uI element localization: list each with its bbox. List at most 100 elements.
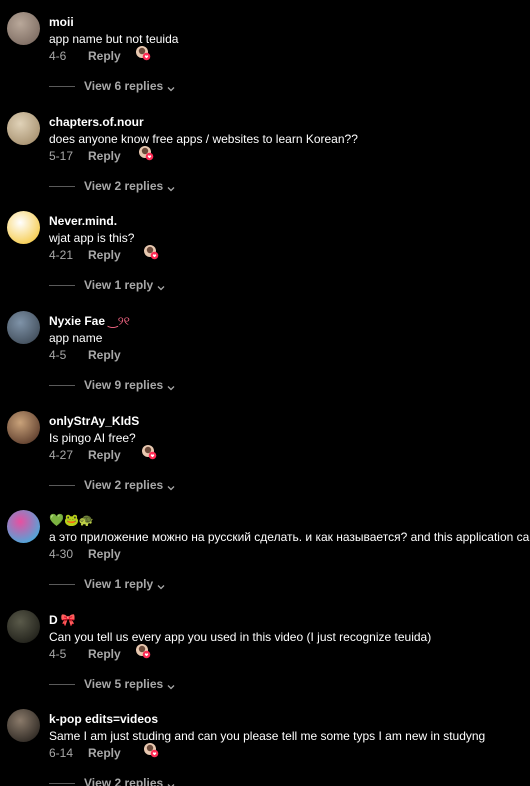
reply-button[interactable]: Reply	[88, 647, 121, 661]
username-text[interactable]: 💚🐸🐢	[49, 513, 94, 527]
username-text[interactable]: moii	[49, 15, 74, 29]
avatar[interactable]	[7, 510, 40, 543]
comment-text: does anyone know free apps / websites to…	[49, 132, 358, 146]
comment-text: app name	[49, 331, 103, 345]
avatar[interactable]	[7, 12, 40, 45]
comment-item: Nyxie Fae ‿୨୧ app name 4-5 Reply View 9 repli…	[0, 299, 530, 399]
comment-meta: 6-14 Reply	[49, 746, 121, 760]
avatar[interactable]	[7, 311, 40, 344]
creator-liked-icon	[141, 444, 157, 460]
comment-meta: 4-30 Reply	[49, 547, 121, 561]
comment-meta: 4-6 Reply	[49, 49, 121, 63]
view-replies-label[interactable]: View 2 replies	[84, 478, 163, 492]
comment-meta: 4-21 Reply	[49, 248, 121, 262]
username-decoration: ‿୨୧	[108, 314, 130, 328]
comment-item: D 🎀 Can you tell us every app you used in …	[0, 598, 530, 698]
username[interactable]: Nyxie Fae ‿୨୧	[49, 314, 130, 328]
avatar[interactable]	[7, 610, 40, 643]
creator-liked-icon	[135, 45, 151, 61]
chevron-down-icon[interactable]	[167, 82, 175, 92]
username[interactable]: chapters.of.nour	[49, 115, 144, 129]
comment-text: Same I am just studing and can you pleas…	[49, 729, 486, 743]
view-replies-button[interactable]: View 6 replies	[49, 79, 175, 93]
avatar[interactable]	[7, 709, 40, 742]
comment-text: app name but not teuida	[49, 32, 179, 46]
username-text[interactable]: Never.mind.	[49, 214, 117, 228]
view-replies-label[interactable]: View 9 replies	[84, 378, 163, 392]
chevron-down-icon[interactable]	[167, 680, 175, 690]
username[interactable]: moii	[49, 15, 74, 29]
username[interactable]: Never.mind.	[49, 214, 117, 228]
creator-liked-icon	[138, 145, 154, 161]
chevron-down-icon[interactable]	[167, 779, 175, 786]
comment-date: 6-14	[49, 746, 74, 760]
comment-date: 4-5	[49, 348, 67, 362]
divider-line	[49, 185, 75, 187]
creator-liked-icon	[135, 643, 151, 659]
reply-button[interactable]: Reply	[88, 49, 121, 63]
comment-item: 💚🐸🐢 а это приложение можно на русский сде…	[0, 498, 530, 598]
avatar[interactable]	[7, 211, 40, 244]
comment-date: 4-6	[49, 49, 67, 63]
divider-line	[49, 484, 75, 486]
view-replies-button[interactable]: View 2 replies	[49, 179, 175, 193]
creator-liked-icon	[143, 244, 159, 260]
comment-date: 4-5	[49, 647, 67, 661]
reply-button[interactable]: Reply	[88, 448, 121, 462]
view-replies-button[interactable]: View 1 reply	[49, 577, 165, 591]
divider-line	[49, 683, 75, 685]
username-text[interactable]: onlyStrAy_KIdS	[49, 414, 139, 428]
comment-item: k-pop edits=videos Same I am just studing…	[0, 697, 530, 786]
comment-item: Never.mind. wjat app is this? 4-21 Reply Vie…	[0, 199, 530, 299]
divider-line	[49, 583, 75, 585]
username[interactable]: k-pop edits=videos	[49, 712, 158, 726]
creator-liked-icon	[143, 742, 159, 758]
view-replies-label[interactable]: View 2 replies	[84, 179, 163, 193]
comment-text: Is pingo AI free?	[49, 431, 136, 445]
reply-button[interactable]: Reply	[88, 547, 121, 561]
reply-button[interactable]: Reply	[88, 248, 121, 262]
view-replies-label[interactable]: View 2 replies	[84, 776, 163, 786]
divider-line	[49, 85, 75, 87]
username-text[interactable]: Nyxie Fae	[49, 314, 105, 328]
comment-date: 4-21	[49, 248, 74, 262]
username[interactable]: onlyStrAy_KIdS	[49, 414, 139, 428]
username-text[interactable]: k-pop edits=videos	[49, 712, 158, 726]
username[interactable]: 💚🐸🐢	[49, 513, 94, 527]
view-replies-button[interactable]: View 2 replies	[49, 776, 175, 786]
comment-list: moii app name but not teuida 4-6 Reply View …	[0, 0, 530, 786]
comment-meta: 4-27 Reply	[49, 448, 121, 462]
reply-button[interactable]: Reply	[88, 348, 121, 362]
view-replies-button[interactable]: View 9 replies	[49, 378, 175, 392]
chevron-down-icon[interactable]	[167, 481, 175, 491]
comment-date: 4-27	[49, 448, 74, 462]
chevron-down-icon[interactable]	[157, 281, 165, 291]
username-text[interactable]: chapters.of.nour	[49, 115, 144, 129]
view-replies-button[interactable]: View 2 replies	[49, 478, 175, 492]
avatar[interactable]	[7, 112, 40, 145]
comment-text: wjat app is this?	[49, 231, 135, 245]
view-replies-label[interactable]: View 1 reply	[84, 278, 153, 292]
comment-item: onlyStrAy_KIdS Is pingo AI free? 4-27 Reply…	[0, 399, 530, 499]
divider-line	[49, 384, 75, 386]
view-replies-button[interactable]: View 1 reply	[49, 278, 165, 292]
chevron-down-icon[interactable]	[167, 381, 175, 391]
comment-item: moii app name but not teuida 4-6 Reply View …	[0, 0, 530, 100]
view-replies-label[interactable]: View 6 replies	[84, 79, 163, 93]
view-replies-label[interactable]: View 1 reply	[84, 577, 153, 591]
view-replies-label[interactable]: View 5 replies	[84, 677, 163, 691]
username-decoration: 🎀	[60, 613, 76, 627]
reply-button[interactable]: Reply	[88, 149, 121, 163]
view-replies-button[interactable]: View 5 replies	[49, 677, 175, 691]
chevron-down-icon[interactable]	[157, 580, 165, 590]
divider-line	[49, 284, 75, 286]
username[interactable]: D 🎀	[49, 613, 76, 627]
divider-line	[49, 782, 75, 784]
chevron-down-icon[interactable]	[167, 182, 175, 192]
comment-date: 4-30	[49, 547, 74, 561]
comment-meta: 4-5 Reply	[49, 647, 121, 661]
reply-button[interactable]: Reply	[88, 746, 121, 760]
comment-date: 5-17	[49, 149, 74, 163]
avatar[interactable]	[7, 411, 40, 444]
username-text[interactable]: D	[49, 613, 58, 627]
